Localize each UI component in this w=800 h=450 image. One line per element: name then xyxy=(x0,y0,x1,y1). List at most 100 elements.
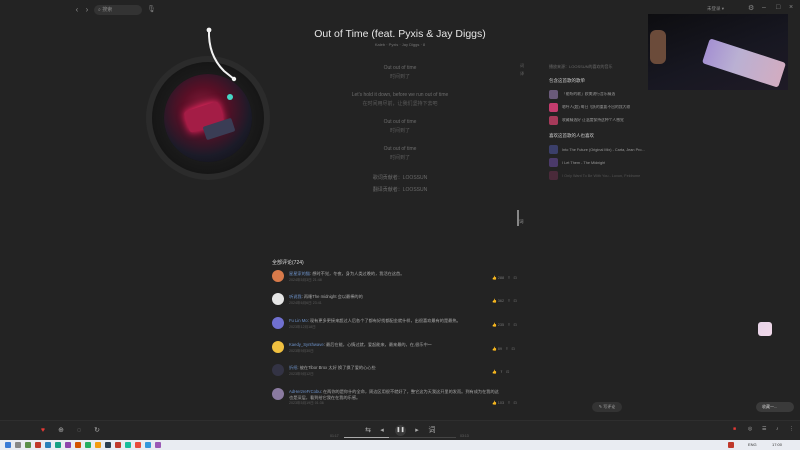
like-count[interactable]: 288 xyxy=(498,276,504,280)
lyric-tools: 词 译 xyxy=(520,62,524,78)
reply-icon[interactable]: ⊡ xyxy=(506,370,509,374)
quality-badge-icon[interactable]: ■ xyxy=(733,426,736,432)
webcam-hand xyxy=(650,30,666,64)
avatar[interactable] xyxy=(272,364,284,376)
comment-actions: 👍 235 ⇪ ⊡ xyxy=(492,323,517,327)
app-icon[interactable] xyxy=(85,442,91,448)
song-artists[interactable]: Kaleb · Pyxis · Jay Diggs · 8 xyxy=(280,42,520,47)
comment-time: 2023年9月12日 xyxy=(289,372,314,376)
share-icon[interactable]: ⇪ xyxy=(507,299,510,303)
like-count[interactable]: 362 xyxy=(498,299,504,303)
lyrics-icon[interactable]: 词 xyxy=(427,426,437,436)
share-icon[interactable]: ⇪ xyxy=(507,323,510,327)
comment-user[interactable]: 折纸 xyxy=(289,365,297,370)
share-icon[interactable]: ↻ xyxy=(92,426,102,436)
like-count[interactable]: 89 xyxy=(498,347,502,351)
reply-icon[interactable]: ⊡ xyxy=(514,299,517,303)
start-icon[interactable] xyxy=(5,442,11,448)
share-icon[interactable]: ⇪ xyxy=(500,370,503,374)
comment-actions: 👍 362 ⇪ ⊡ xyxy=(492,299,517,303)
language-indicator[interactable]: ENG xyxy=(748,442,757,447)
like-count[interactable]: 103 xyxy=(498,401,504,405)
app-icon[interactable] xyxy=(75,442,81,448)
share-icon[interactable]: ⇪ xyxy=(505,347,508,351)
reply-icon[interactable]: ⊡ xyxy=(514,276,517,280)
app-icon[interactable] xyxy=(35,442,41,448)
clock[interactable]: 17:00 xyxy=(772,442,782,447)
comment-body: 被在Tibor Brox 太好 换了换了爱的心心些 xyxy=(299,365,376,370)
avatar[interactable] xyxy=(272,341,284,353)
previous-icon[interactable]: ◂ xyxy=(377,426,387,436)
app-icon[interactable] xyxy=(115,442,121,448)
app-icon[interactable] xyxy=(45,442,51,448)
app-icon[interactable] xyxy=(155,442,161,448)
reply-icon[interactable]: ⊡ xyxy=(512,347,515,351)
app-icon[interactable] xyxy=(55,442,61,448)
write-comment-label: 写评论 xyxy=(603,404,616,409)
reply-icon[interactable]: ⊡ xyxy=(514,323,517,327)
playlist-mode-icon[interactable]: ⇆ xyxy=(363,426,373,436)
avatar[interactable] xyxy=(272,293,284,305)
write-comment-button[interactable]: ✎ 写评论 xyxy=(592,402,622,412)
pause-button[interactable]: ❚❚ xyxy=(395,425,406,436)
song-thumbnail xyxy=(549,145,558,154)
avatar[interactable] xyxy=(272,388,284,400)
comment-icon[interactable]: ◌ xyxy=(74,426,84,436)
song-item[interactable]: Into The Future (Original Mix) - Carta, … xyxy=(549,143,649,156)
song-item[interactable]: I Let Them - The Midnight xyxy=(549,156,649,169)
search-icon[interactable] xyxy=(15,442,21,448)
comment-user[interactable]: Fu Lin Mo xyxy=(289,318,308,323)
assistant-button[interactable]: 收藏一... xyxy=(756,402,794,412)
playlist-thumbnail xyxy=(549,116,558,125)
playlist-item[interactable]: 收藏精选好 让温度保持这种个人感觉 xyxy=(549,114,649,127)
lyric-line[interactable]: Let's hold it down, before we run out of… xyxy=(320,91,480,100)
lyric-line[interactable]: Out out of time xyxy=(320,118,480,127)
playlist-title: 收藏精选好 让温度保持这种个人感觉 xyxy=(562,118,624,122)
comment-time: 2023年12月18日 xyxy=(289,325,316,329)
lyric-toggle-button[interactable]: 词 xyxy=(520,62,524,70)
song-title: Out of Time (feat. Pyxis & Jay Diggs) xyxy=(314,28,486,40)
app-icon[interactable] xyxy=(125,442,131,448)
playlist-item[interactable]: 嗯哼人(超) 每日飞跃的重要不出的我大歌 xyxy=(549,101,649,114)
app-icon[interactable] xyxy=(105,442,111,448)
avatar[interactable] xyxy=(272,317,284,329)
lyric-line[interactable]: Out out of time xyxy=(320,145,480,154)
queue-icon[interactable]: ☰ xyxy=(762,426,766,432)
tray-icon[interactable] xyxy=(728,442,734,448)
playlist-title: 嗯哼人(超) 每日飞跃的重要不出的我大歌 xyxy=(562,105,631,109)
song-item[interactable]: I Only Want To Be With You - Loxon, Feld… xyxy=(549,169,649,182)
playback-source[interactable]: 播放来源：LOOSSUN的喜欢的音乐 xyxy=(549,64,649,76)
app-icon[interactable] xyxy=(145,442,151,448)
comment-time: 2024年5月3日 21:48 xyxy=(289,278,322,282)
comment-text: 听说我: 再睡The midnight 会以最棒的的 xyxy=(289,294,363,299)
like-count[interactable]: 235 xyxy=(498,323,504,327)
translation-toggle-button[interactable]: 译 xyxy=(520,70,524,78)
app-icon[interactable] xyxy=(25,442,31,448)
comment-user[interactable]: AdHerzreFrCobu xyxy=(289,389,321,394)
playlist-item[interactable]: 「能听的歌」欧美流行音乐精选 xyxy=(549,88,649,101)
more-icon[interactable]: ⋮ xyxy=(789,426,794,432)
lyric-translation: 时间到了 xyxy=(389,128,410,134)
comment-text: 星星家的猫: 想时不觉，冬夜，身为人类过晚的，我活在这首。 xyxy=(289,271,405,276)
download-icon[interactable]: ⊕ xyxy=(56,426,66,436)
lyric-contributor: 歌词贡献者：LOOSSUN xyxy=(372,175,428,181)
comment-user[interactable]: Kaedy_Synthwave xyxy=(289,342,324,347)
share-icon[interactable]: ⇪ xyxy=(507,401,510,405)
app-icon[interactable] xyxy=(95,442,101,448)
share-icon[interactable]: ⇪ xyxy=(507,276,510,280)
reply-icon[interactable]: ⊡ xyxy=(514,401,517,405)
heart-icon[interactable]: ♥ xyxy=(38,426,48,436)
avatar[interactable] xyxy=(272,270,284,282)
app-icon[interactable] xyxy=(135,442,141,448)
volume-icon[interactable]: ♪ xyxy=(776,426,779,432)
comment-user[interactable]: 听说我 xyxy=(289,294,302,299)
next-icon[interactable]: ▸ xyxy=(412,426,422,436)
progress-bar[interactable] xyxy=(344,437,456,438)
app-icon[interactable] xyxy=(65,442,71,448)
effects-icon[interactable]: ◎ xyxy=(748,426,752,432)
floating-avatar[interactable] xyxy=(758,322,772,336)
comment-user[interactable]: 星星家的猫 xyxy=(289,271,310,276)
lyric-line[interactable]: Out out of time xyxy=(320,64,480,73)
playlist-thumbnail xyxy=(549,103,558,112)
song-thumbnail xyxy=(549,158,558,167)
